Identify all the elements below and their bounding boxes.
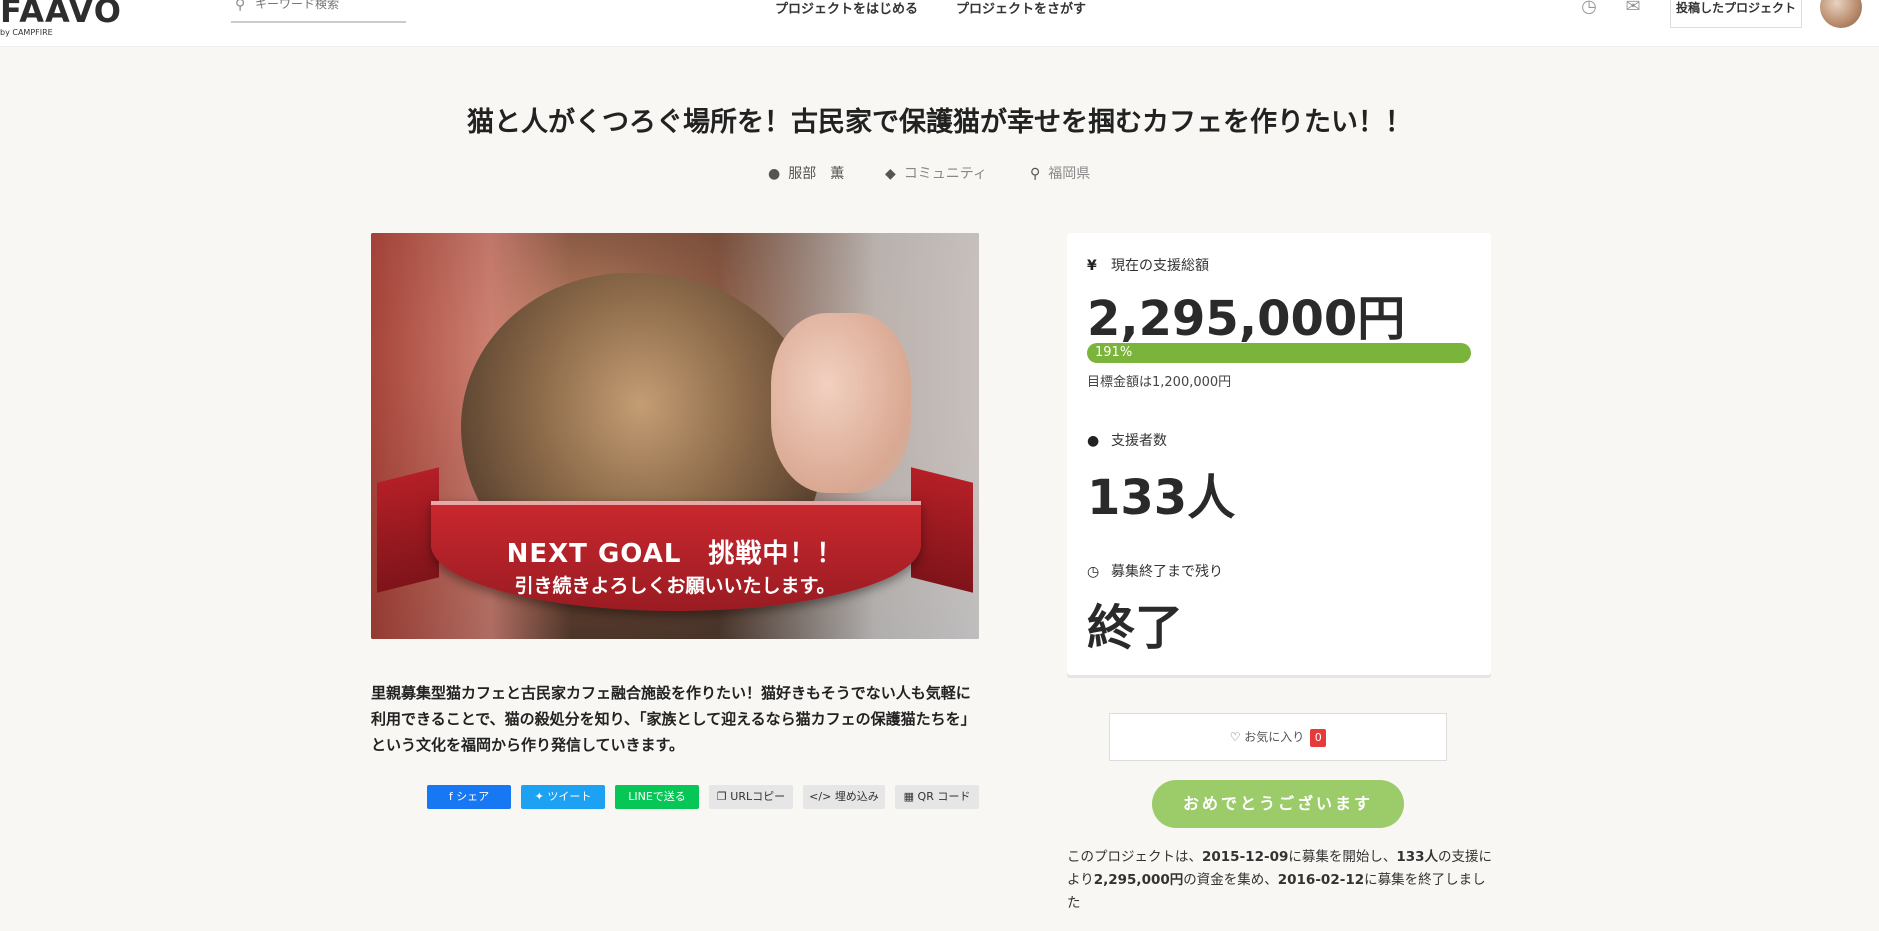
share-facebook-label: シェア [456,790,490,803]
url-copy-label: URLコピー [730,790,786,803]
project-description: 里親募集型猫カフェと古民家カフェ融合施設を作りたい！猫好きもそうでない人も気軽に… [371,684,976,754]
share-twitter-button[interactable]: ✦ ツイート [521,785,605,809]
url-copy-button[interactable]: ❐ URLコピー [709,785,793,809]
backers-label: ● 支援者数 [1087,430,1167,450]
summary-backers: 133人 [1396,849,1439,865]
project-owner[interactable]: ● 服部 薫 [768,163,844,183]
summary-mid1: に募集を開始し、 [1288,849,1397,865]
site-logo[interactable]: FAAVO [0,0,122,30]
category-name: コミュニティ [903,166,987,182]
favorite-label: お気に入り [1244,730,1305,744]
favorite-count-badge: 0 [1310,728,1327,747]
embed-label: 埋め込み [834,790,879,803]
qr-label: QR コード [917,790,971,803]
share-facebook-button[interactable]: f シェア [427,785,511,809]
avatar[interactable] [1820,0,1862,28]
logo-subtitle: by CAMPFIRE [0,28,53,37]
twitter-icon: ✦ [534,790,548,803]
qr-code-button[interactable]: ▦ QR コード [895,785,979,809]
tag-icon: ◆ [885,166,896,182]
nav-start-project[interactable]: プロジェクトをはじめる [775,0,918,17]
summary-amount: 2,295,000円 [1093,872,1184,888]
amount-label: ¥ 現在の支援総額 [1087,255,1209,275]
logo-text: FAAVO [0,0,122,30]
ribbon-headline: NEXT GOAL 挑戦中！！ [506,539,844,569]
user-icon: ● [1087,433,1100,449]
mail-icon[interactable]: ✉ [1622,0,1644,17]
heart-icon: ♡ [1229,730,1245,744]
remain-label: ◷ 募集終了まで残り [1087,561,1223,581]
history-icon[interactable]: ◷ [1578,0,1600,17]
page-title: 猫と人がくつろぐ場所を！古民家で保護猫が幸せを掴むカフェを作りたい！！ [467,107,1412,138]
project-summary: このプロジェクトは、2015-12-09に募集を開始し、133人の支援により2,… [1067,846,1497,915]
share-twitter-label: ツイート [547,790,592,803]
project-hero-image: NEXT GOAL 挑戦中！！ 引き続きよろしくお願いいたします。 [371,233,979,639]
summary-prefix: このプロジェクトは、 [1067,849,1202,865]
search-input[interactable] [255,0,405,11]
search-icon[interactable]: ⚲ [235,0,245,13]
favorite-button[interactable]: ♡ お気に入り 0 [1109,713,1447,761]
remain-value: 終了 [1087,600,1184,656]
congrats-button[interactable]: おめでとうございます [1152,780,1404,828]
summary-end-date: 2016-02-12 [1277,872,1365,888]
amount-label-text: 現在の支援総額 [1111,258,1209,274]
user-icon: ● [768,166,781,182]
remain-label-text: 募集終了まで残り [1111,564,1223,580]
owner-name: 服部 薫 [788,166,845,182]
copy-icon: ❐ [716,790,731,803]
yen-icon: ¥ [1087,258,1097,274]
share-line-label: LINEで送る [628,790,686,803]
embed-button[interactable]: </> 埋め込み [803,785,885,809]
progress-bar: 191% [1087,343,1471,363]
stats-card: ¥ 現在の支援総額 2,295,000円 191% 目標金額は1,200,000円… [1067,233,1491,675]
code-icon: </> [809,790,835,803]
search-box: ⚲ [231,0,406,23]
share-line-button[interactable]: LINEで送る [615,785,699,809]
posted-projects-button[interactable]: 投稿したプロジェクト [1670,0,1802,28]
hand-photo [771,313,911,493]
site-header: FAAVO by CAMPFIRE ⚲ プロジェクトをはじめる プロジェクトをさ… [0,0,1879,47]
clock-icon: ◷ [1087,564,1100,580]
goal-amount: 目標金額は1,200,000円 [1087,375,1232,390]
project-location[interactable]: ⚲ 福岡県 [1030,163,1090,183]
backers-value: 133人 [1087,470,1236,526]
location-pin-icon: ⚲ [1030,166,1041,182]
ribbon-subline: 引き続きよろしくお願いいたします。 [514,575,836,597]
summary-mid3: の資金を集め、 [1183,872,1278,888]
qr-icon: ▦ [903,790,918,803]
nav-find-project[interactable]: プロジェクトをさがす [956,0,1086,17]
backers-label-text: 支援者数 [1111,433,1167,449]
amount-value: 2,295,000円 [1087,291,1406,347]
summary-start-date: 2015-12-09 [1202,849,1289,865]
project-category[interactable]: ◆ コミュニティ [885,163,987,183]
progress-percent: 191% [1095,345,1133,360]
location-name: 福岡県 [1048,166,1091,182]
